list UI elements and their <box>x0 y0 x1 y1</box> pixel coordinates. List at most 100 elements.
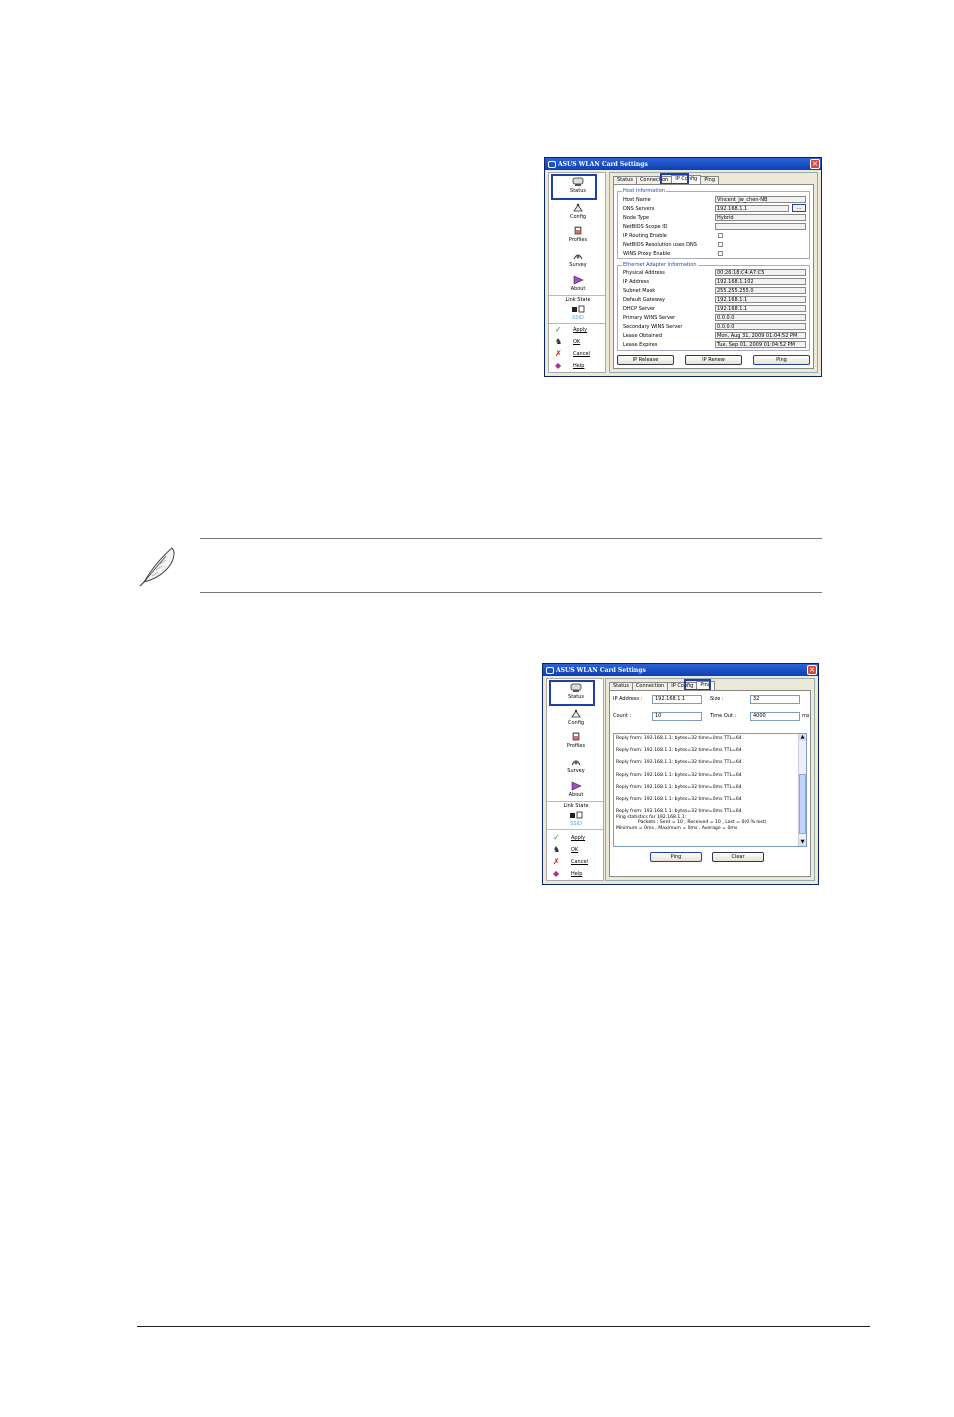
sidebar-item-about[interactable]: About <box>549 275 607 292</box>
ip-release-button[interactable]: IP Release <box>617 355 674 365</box>
scroll-up-icon[interactable]: ▲ <box>799 734 806 741</box>
log-line: Reply from: 192.168.1.1: bytes=32 time=0… <box>616 736 742 741</box>
sidebar-item-config-2[interactable]: Config <box>547 709 605 726</box>
link-state: Link State SSID <box>565 297 591 321</box>
survey-icon <box>571 760 581 766</box>
status-icon <box>570 683 582 692</box>
dns-servers-row: DNS Servers 192.168.1.1... <box>621 204 806 213</box>
timeout-input[interactable]: 4000 <box>750 712 800 721</box>
profiles-icon <box>572 732 580 741</box>
ping-start-button[interactable]: Ping <box>650 852 702 862</box>
ok-button-2[interactable]: ♞ OK <box>553 845 603 855</box>
sidebar-item-survey-2[interactable]: Survey <box>547 757 605 774</box>
wlan-settings-window-ipconfig: ASUS WLAN Card Settings × Status Config … <box>544 157 822 377</box>
footer-rule <box>137 1326 870 1327</box>
node-type-row: Node Type Hybrid <box>621 214 806 222</box>
tab-connection[interactable]: Connection <box>631 682 669 690</box>
count-input[interactable]: 10 <box>652 712 702 721</box>
ping-result-log[interactable]: Reply from: 192.168.1.1: bytes=32 time=0… <box>613 733 807 847</box>
scroll-thumb[interactable] <box>799 774 806 834</box>
window-title-2: ASUS WLAN Card Settings <box>556 666 646 674</box>
sidebar-item-config[interactable]: Config <box>549 203 607 220</box>
dns-servers-value: 192.168.1.1 <box>715 205 789 212</box>
tab-status[interactable]: Status <box>613 176 637 184</box>
timeout-label: Time Out : <box>710 713 737 719</box>
close-icon[interactable]: × <box>810 159 820 169</box>
wins-proxy-row: WINS Proxy Enable <box>621 250 806 258</box>
note-top-rule <box>200 538 822 539</box>
secondary-wins-row: Secondary WINS Server 0.0.0.0 <box>621 323 806 331</box>
help-book-icon: ◆ <box>553 869 560 878</box>
feather-pen-icon <box>139 547 175 587</box>
link-state-icon <box>570 811 583 819</box>
sidebar-divider-4 <box>547 829 603 830</box>
log-line: Reply from: 192.168.1.1: bytes=32 time=0… <box>616 772 742 778</box>
log-line: Reply from: 192.168.1.1: bytes=32 time=0… <box>616 796 742 802</box>
sidebar: Status Config Profiles Survey About Link… <box>548 172 606 373</box>
ok-button[interactable]: ♞ OK <box>555 337 605 347</box>
status-icon <box>572 177 584 186</box>
wlan-settings-window-ping: ASUS WLAN Card Settings × Status Config … <box>542 663 819 885</box>
dns-more-button[interactable]: ... <box>792 204 806 212</box>
host-name-value: Vincent_jw_chen-NB <box>715 196 806 203</box>
ip-renew-button[interactable]: IP Renew <box>685 355 742 365</box>
profiles-icon <box>574 226 582 235</box>
apply-button[interactable]: ✓ Apply <box>555 325 605 335</box>
help-button[interactable]: ◆ Help <box>555 361 605 371</box>
default-gateway-row: Default Gateway 192.168.1.1 <box>621 296 806 304</box>
config-icon <box>571 709 581 718</box>
physical-address-row: Physical Address 00:26:18:C4:A7:C5 <box>621 269 806 277</box>
clear-button[interactable]: Clear <box>712 852 764 862</box>
host-info-title: Host Information <box>622 188 666 194</box>
cancel-button-2[interactable]: ✗ Cancel <box>553 857 603 867</box>
sidebar-item-status[interactable]: Status <box>549 177 607 194</box>
app-icon-2 <box>546 666 554 674</box>
about-icon <box>571 781 582 791</box>
netbios-dns-checkbox <box>718 242 723 247</box>
wins-proxy-checkbox <box>718 251 723 256</box>
check-icon: ✓ <box>555 325 562 334</box>
ethernet-info-title: Ethernet Adapter Information <box>622 262 698 268</box>
ping-button[interactable]: Ping <box>753 355 810 365</box>
sidebar-item-status-2[interactable]: Status <box>547 683 605 700</box>
sidebar-item-profiles-2[interactable]: Profiles <box>547 732 605 749</box>
size-input[interactable]: 32 <box>750 695 800 704</box>
close-icon-2[interactable]: × <box>807 665 817 675</box>
host-info-group: Host Information Host Name Vincent_jw_che… <box>617 188 810 259</box>
sidebar-item-about-2[interactable]: About <box>547 781 605 798</box>
ip-routing-checkbox <box>718 233 723 238</box>
ip-address-input[interactable]: 192.168.1.1 <box>652 695 702 704</box>
ip-address-row: IP Address 192.168.1.102 <box>621 278 806 286</box>
help-button-2[interactable]: ◆ Help <box>553 869 603 879</box>
log-scrollbar[interactable]: ▲ ▼ <box>798 734 806 846</box>
window-title: ASUS WLAN Card Settings <box>558 160 648 168</box>
cancel-button[interactable]: ✗ Cancel <box>555 349 605 359</box>
ping-panel: Status Connection IP Config Ping IP Addr… <box>605 678 815 881</box>
node-type-value: Hybrid <box>715 214 806 221</box>
window-title-bar[interactable]: ASUS WLAN Card Settings <box>545 158 821 170</box>
netbios-dns-row: NetBIOS Resolution uses DNS <box>621 241 806 249</box>
help-book-icon: ◆ <box>555 361 562 370</box>
sidebar-item-survey[interactable]: Survey <box>549 251 607 268</box>
size-label: Size : <box>710 696 724 702</box>
subnet-mask-row: Subnet Mask 255.255.255.0 <box>621 287 806 295</box>
netbios-scope-value <box>715 223 806 230</box>
ipconfig-content: Host Information Host Name Vincent_jw_che… <box>613 184 814 369</box>
count-label: Count : <box>613 713 632 719</box>
lease-obtained-row: Lease Obtained Mon, Aug 31, 2009 01:04:52… <box>621 332 806 340</box>
link-state-icon <box>572 305 585 313</box>
sidebar-divider-2 <box>549 323 605 324</box>
tab-status[interactable]: Status <box>609 682 633 690</box>
ip-address-label: IP Address : <box>613 696 643 702</box>
ping-stats-times: Minimum = 0ms , Maximum = 0ms , Average … <box>616 825 738 831</box>
app-icon <box>548 160 556 168</box>
apply-button-2[interactable]: ✓ Apply <box>553 833 603 843</box>
sidebar-2: Status Config Profiles Survey About Link… <box>546 678 604 881</box>
sidebar-item-profiles[interactable]: Profiles <box>549 226 607 243</box>
x-icon: ✗ <box>553 857 560 866</box>
check-icon: ✓ <box>553 833 560 842</box>
settings-panel: Status Connection IP Config Ping Host In… <box>609 172 818 373</box>
scroll-down-icon[interactable]: ▼ <box>799 839 806 846</box>
tab-ping[interactable]: Ping <box>700 176 719 184</box>
window-title-bar-2[interactable]: ASUS WLAN Card Settings <box>543 664 818 676</box>
